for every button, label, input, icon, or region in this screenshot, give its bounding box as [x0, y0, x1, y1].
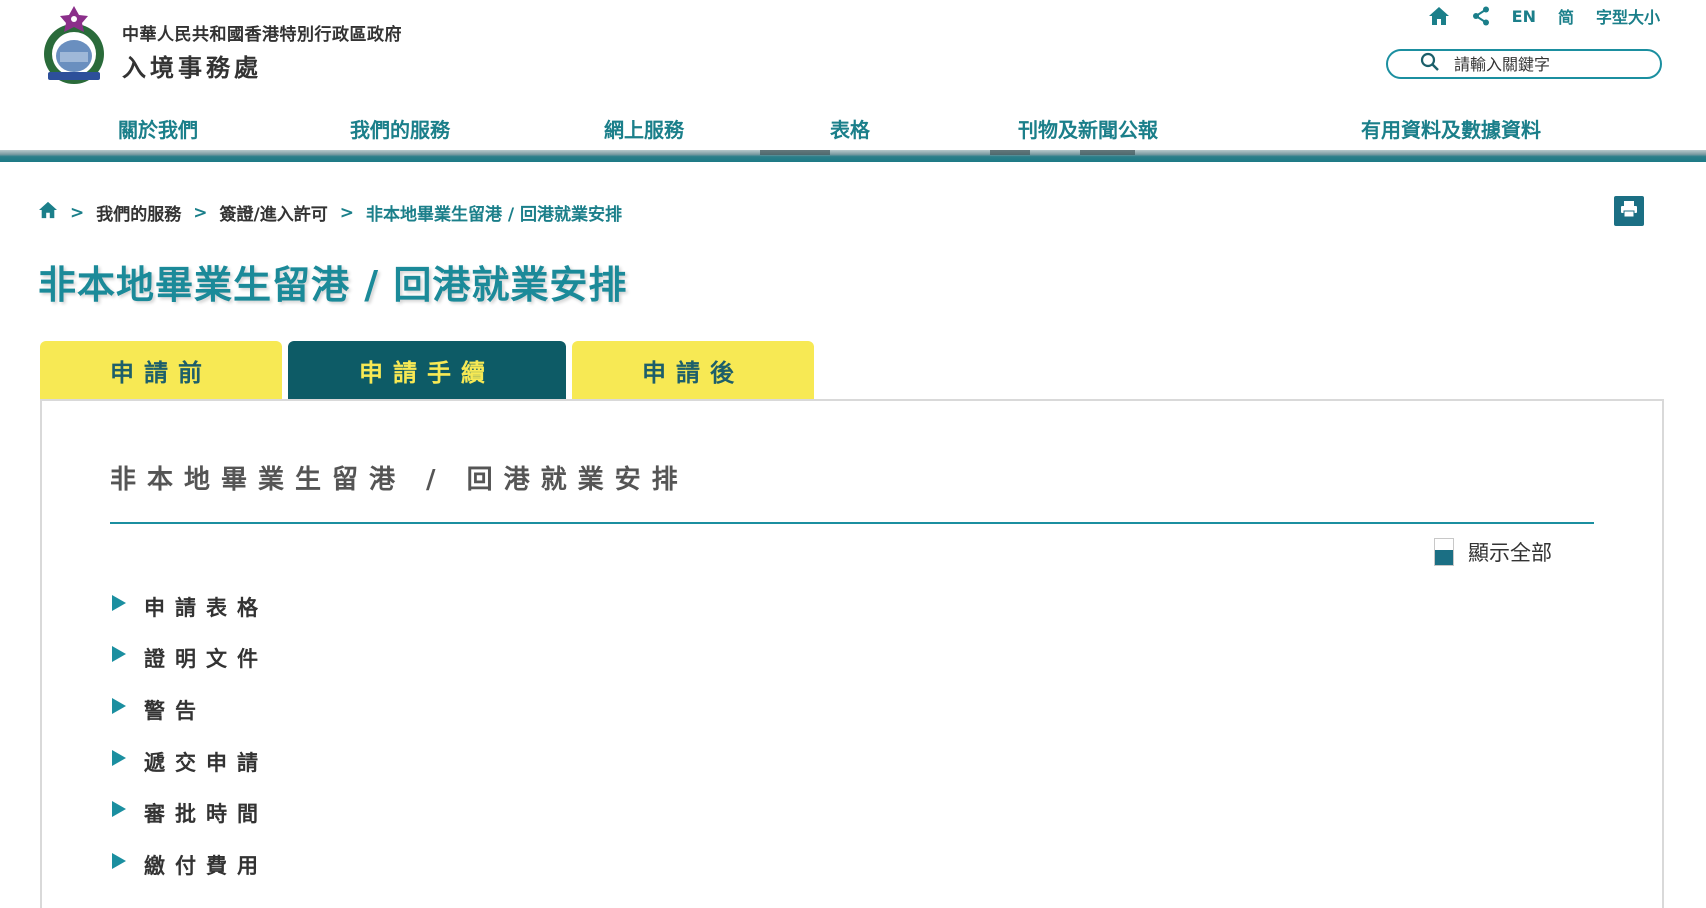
language-simplified-chinese-link[interactable]: 简 [1558, 4, 1574, 28]
nav-item-useful-info-statistics[interactable]: 有用資料及數據資料 [1361, 114, 1541, 143]
government-name: 中華人民共和國香港特別行政區政府 [122, 25, 402, 45]
tab-before-application[interactable]: 申請前 [40, 341, 282, 399]
nav-item-publications-press-releases[interactable]: 刊物及新聞公報 [1018, 114, 1158, 143]
breadcrumb-visas-entry-permits[interactable]: 簽證/進入許可 [220, 200, 328, 225]
breadcrumb-our-services[interactable]: 我們的服務 [96, 200, 181, 225]
nav-item-forms[interactable]: 表格 [830, 114, 870, 143]
accordion-item-processing-time[interactable]: 審批時間 [112, 787, 268, 839]
nav-item-online-services[interactable]: 網上服務 [604, 114, 684, 143]
accordion-label: 審批時間 [144, 802, 268, 827]
expand-arrow-icon [112, 801, 126, 818]
department-name: 入境事務處 [122, 54, 262, 82]
accordion-list: 申請表格 證明文件 警告 遞交申請 審批時間 繳付費用 [112, 581, 268, 891]
language-english-link[interactable]: EN [1512, 7, 1536, 26]
expand-arrow-icon [112, 594, 126, 611]
print-icon [1620, 200, 1638, 222]
panel-heading: 非本地畢業生留港 / 回港就業安排 [110, 465, 689, 495]
show-all-label: 顯示全部 [1468, 541, 1552, 565]
breadcrumb: > 我們的服務 > 簽證/進入許可 > 非本地畢業生留港 / 回港就業安排 [38, 200, 622, 225]
header-banner-strip [0, 150, 1706, 162]
search-input[interactable] [1454, 54, 1644, 74]
breadcrumb-current-page: 非本地畢業生留港 / 回港就業安排 [365, 205, 623, 225]
show-all-checkbox[interactable] [1434, 538, 1454, 566]
print-button[interactable] [1614, 196, 1644, 226]
tab-application-procedures[interactable]: 申請手續 [288, 341, 566, 399]
search-box [1386, 49, 1662, 79]
expand-arrow-icon [112, 646, 126, 663]
accordion-item-supporting-documents[interactable]: 證明文件 [112, 633, 268, 685]
accordion-item-application-forms[interactable]: 申請表格 [112, 581, 268, 633]
accordion-item-submission[interactable]: 遞交申請 [112, 736, 268, 788]
accordion-label: 繳付費用 [144, 853, 268, 878]
breadcrumb-separator: > [193, 202, 208, 223]
expand-arrow-icon [112, 852, 126, 869]
panel-divider [110, 522, 1594, 524]
breadcrumb-home-icon[interactable] [38, 201, 58, 224]
accordion-label: 申請表格 [144, 595, 268, 620]
immigration-department-emblem[interactable] [38, 4, 110, 88]
expand-arrow-icon [112, 697, 126, 714]
share-icon[interactable] [1472, 6, 1490, 26]
show-all-toggle[interactable]: 顯示全部 [1434, 537, 1552, 567]
nav-item-about-us[interactable]: 關於我們 [118, 114, 198, 143]
accordion-label: 警告 [144, 698, 206, 723]
search-icon[interactable] [1388, 52, 1440, 76]
accordion-item-warning[interactable]: 警告 [112, 684, 268, 736]
breadcrumb-separator: > [339, 202, 354, 223]
page-title: 非本地畢業生留港 / 回港就業安排 [38, 263, 628, 307]
expand-arrow-icon [112, 749, 126, 766]
tab-after-application[interactable]: 申請後 [572, 341, 814, 399]
accordion-label: 遞交申請 [144, 750, 268, 775]
nav-item-our-services[interactable]: 我們的服務 [350, 114, 450, 143]
breadcrumb-separator: > [70, 202, 85, 223]
accordion-item-fees[interactable]: 繳付費用 [112, 839, 268, 891]
main-navigation: 關於我們 我們的服務 網上服務 表格 刊物及新聞公報 有用資料及數據資料 [0, 104, 1706, 152]
home-icon[interactable] [1428, 6, 1450, 26]
utility-bar: EN 简 字型大小 [1428, 4, 1660, 28]
accordion-label: 證明文件 [144, 647, 268, 672]
font-size-link[interactable]: 字型大小 [1596, 4, 1660, 28]
tab-content-panel: 非本地畢業生留港 / 回港就業安排 顯示全部 申請表格 證明文件 警告 遞交申請… [40, 399, 1664, 908]
